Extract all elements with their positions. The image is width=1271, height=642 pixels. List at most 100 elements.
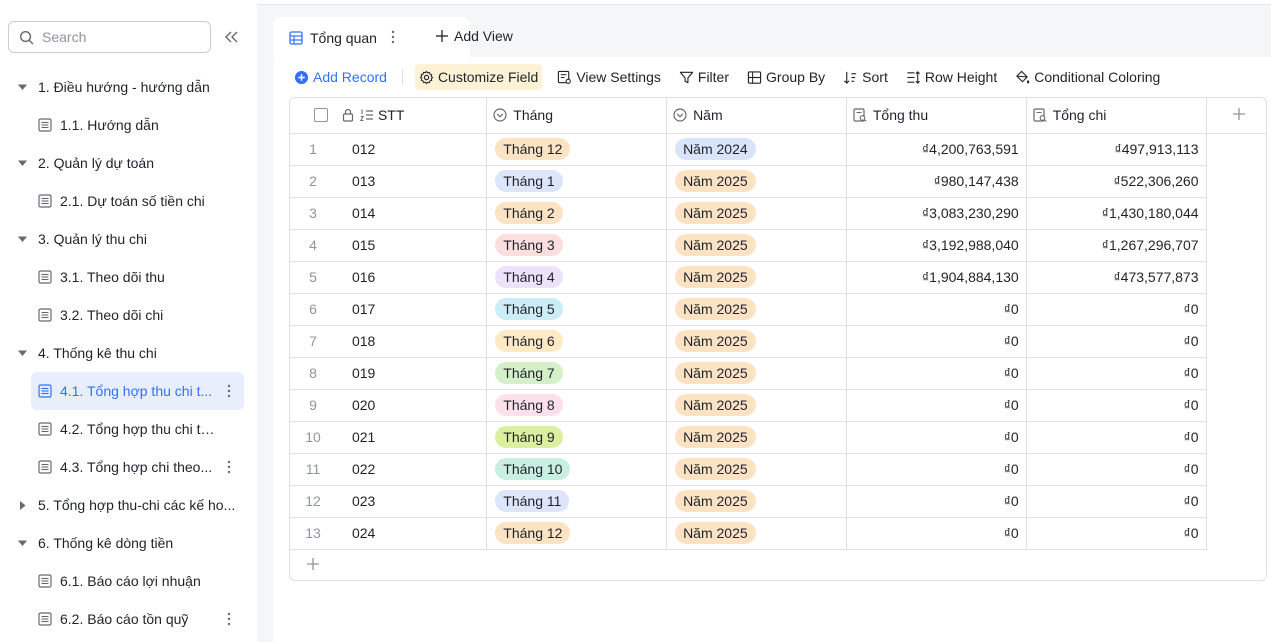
cell-tong-thu[interactable]: ₫3,083,230,290 <box>846 197 1027 230</box>
cell-tong-chi[interactable]: ₫0 <box>1026 517 1207 550</box>
cell-thang[interactable]: Tháng 9 <box>486 421 668 454</box>
cell-stt[interactable]: 021 <box>335 421 488 454</box>
more-vertical-icon[interactable] <box>222 611 236 627</box>
table-row[interactable]: 3 014 Tháng 2 Năm 2025 ₫3,083,230,290 ₫1,430,… <box>290 197 1266 230</box>
more-vertical-icon[interactable] <box>222 383 236 399</box>
cell-thang[interactable]: Tháng 4 <box>486 261 668 294</box>
cell-tong-thu[interactable]: ₫0 <box>846 453 1027 486</box>
table-row[interactable]: 8 019 Tháng 7 Năm 2025 ₫0 ₫0 <box>290 357 1266 390</box>
column-header-thang[interactable]: Tháng <box>486 98 668 134</box>
cell-nam[interactable]: Năm 2025 <box>666 293 847 326</box>
sidebar-item[interactable]: 6.1. Báo cáo lợi nhuận <box>0 562 257 600</box>
sidebar-item[interactable]: 3.1. Theo dõi thu <box>0 258 257 296</box>
sidebar-group[interactable]: 3. Quản lý thu chi <box>0 220 257 258</box>
cell-stt[interactable]: 019 <box>335 357 488 390</box>
cell-stt[interactable]: 013 <box>335 165 488 198</box>
cell-tong-chi[interactable]: ₫1,430,180,044 <box>1026 197 1207 230</box>
caret-down-icon[interactable] <box>18 349 27 357</box>
sidebar-group[interactable]: 2. Quản lý dự toán <box>0 144 257 182</box>
cell-thang[interactable]: Tháng 11 <box>486 485 668 518</box>
select-all-cell[interactable] <box>290 98 336 134</box>
cell-stt[interactable]: 023 <box>335 485 488 518</box>
cell-nam[interactable]: Năm 2025 <box>666 165 847 198</box>
cell-tong-thu[interactable]: ₫980,147,438 <box>846 165 1027 198</box>
table-row[interactable]: 5 016 Tháng 4 Năm 2025 ₫1,904,884,130 ₫473,57… <box>290 261 1266 294</box>
search-box[interactable] <box>8 21 211 53</box>
filter-button[interactable]: Filter <box>676 64 732 90</box>
caret-down-icon[interactable] <box>18 159 27 167</box>
cell-tong-chi[interactable]: ₫522,306,260 <box>1026 165 1207 198</box>
cell-stt[interactable]: 017 <box>335 293 488 326</box>
cell-tong-thu[interactable]: ₫0 <box>846 325 1027 358</box>
conditional-coloring-button[interactable]: Conditional Coloring <box>1012 64 1163 90</box>
sidebar-group[interactable]: 1. Điều hướng - hướng dẫn <box>0 68 257 106</box>
cell-tong-chi[interactable]: ₫0 <box>1026 485 1207 518</box>
cell-tong-chi[interactable]: ₫473,577,873 <box>1026 261 1207 294</box>
add-row-button[interactable] <box>306 557 320 574</box>
cell-thang[interactable]: Tháng 5 <box>486 293 668 326</box>
cell-tong-chi[interactable]: ₫0 <box>1026 325 1207 358</box>
sidebar-item[interactable]: 2.1. Dự toán số tiền chi <box>0 182 257 220</box>
table-row[interactable]: 11 022 Tháng 10 Năm 2025 ₫0 ₫0 <box>290 453 1266 486</box>
table-row[interactable]: 7 018 Tháng 6 Năm 2025 ₫0 ₫0 <box>290 325 1266 358</box>
cell-tong-thu[interactable]: ₫3,192,988,040 <box>846 229 1027 262</box>
table-row[interactable]: 9 020 Tháng 8 Năm 2025 ₫0 ₫0 <box>290 389 1266 422</box>
cell-thang[interactable]: Tháng 1 <box>486 165 668 198</box>
cell-nam[interactable]: Năm 2025 <box>666 357 847 390</box>
table-row[interactable]: 6 017 Tháng 5 Năm 2025 ₫0 ₫0 <box>290 293 1266 326</box>
cell-stt[interactable]: 024 <box>335 517 488 550</box>
cell-tong-thu[interactable]: ₫4,200,763,591 <box>846 133 1027 166</box>
cell-tong-chi[interactable]: ₫497,913,113 <box>1026 133 1207 166</box>
sidebar-group[interactable]: 6. Thống kê dòng tiền <box>0 524 257 562</box>
table-row[interactable]: 4 015 Tháng 3 Năm 2025 ₫3,192,988,040 ₫1,267,… <box>290 229 1266 262</box>
sidebar-item[interactable]: 1.1. Hướng dẫn <box>0 106 257 144</box>
cell-nam[interactable]: Năm 2025 <box>666 325 847 358</box>
cell-nam[interactable]: Năm 2025 <box>666 229 847 262</box>
cell-nam[interactable]: Năm 2024 <box>666 133 847 166</box>
cell-tong-thu[interactable]: ₫0 <box>846 485 1027 518</box>
cell-thang[interactable]: Tháng 12 <box>486 517 668 550</box>
caret-down-icon[interactable] <box>18 235 27 243</box>
cell-stt[interactable]: 022 <box>335 453 488 486</box>
search-input[interactable] <box>42 29 192 45</box>
cell-tong-chi[interactable]: ₫1,267,296,707 <box>1026 229 1207 262</box>
cell-nam[interactable]: Năm 2025 <box>666 485 847 518</box>
view-settings-button[interactable]: View Settings <box>554 64 664 90</box>
collapse-sidebar-button[interactable] <box>222 27 242 47</box>
caret-down-icon[interactable] <box>18 539 27 547</box>
cell-thang[interactable]: Tháng 3 <box>486 229 668 262</box>
cell-stt[interactable]: 020 <box>335 389 488 422</box>
cell-tong-thu[interactable]: ₫1,904,884,130 <box>846 261 1027 294</box>
cell-thang[interactable]: Tháng 8 <box>486 389 668 422</box>
sidebar-item[interactable]: 4.3. Tổng hợp chi theo... <box>0 448 257 486</box>
cell-tong-chi[interactable]: ₫0 <box>1026 453 1207 486</box>
column-header-tong-thu[interactable]: Tổng thu <box>846 98 1027 134</box>
column-header-nam[interactable]: Năm <box>666 98 847 134</box>
cell-tong-thu[interactable]: ₫0 <box>846 517 1027 550</box>
caret-down-icon[interactable] <box>18 83 27 91</box>
cell-tong-chi[interactable]: ₫0 <box>1026 357 1207 390</box>
cell-stt[interactable]: 016 <box>335 261 488 294</box>
cell-nam[interactable]: Năm 2025 <box>666 453 847 486</box>
cell-nam[interactable]: Năm 2025 <box>666 261 847 294</box>
column-header-tong-chi[interactable]: Tổng chi <box>1026 98 1207 134</box>
sidebar-item[interactable]: 4.2. Tổng hợp thu chi theo... <box>0 410 257 448</box>
cell-thang[interactable]: Tháng 2 <box>486 197 668 230</box>
cell-tong-chi[interactable]: ₫0 <box>1026 293 1207 326</box>
sidebar-group[interactable]: 5. Tổng hợp thu-chi các kế ho... <box>0 486 257 524</box>
table-row[interactable]: 13 024 Tháng 12 Năm 2025 ₫0 ₫0 <box>290 517 1266 550</box>
cell-tong-chi[interactable]: ₫0 <box>1026 421 1207 454</box>
table-row[interactable]: 2 013 Tháng 1 Năm 2025 ₫980,147,438 ₫522,306,… <box>290 165 1266 198</box>
more-vertical-icon[interactable] <box>391 30 395 44</box>
cell-thang[interactable]: Tháng 7 <box>486 357 668 390</box>
add-column-button[interactable] <box>1206 98 1266 134</box>
cell-tong-thu[interactable]: ₫0 <box>846 293 1027 326</box>
sort-button[interactable]: Sort <box>840 64 891 90</box>
group-by-button[interactable]: Group By <box>744 64 828 90</box>
customize-field-button[interactable]: Customize Field <box>414 64 543 90</box>
cell-tong-thu[interactable]: ₫0 <box>846 357 1027 390</box>
cell-thang[interactable]: Tháng 10 <box>486 453 668 486</box>
cell-nam[interactable]: Năm 2025 <box>666 197 847 230</box>
cell-nam[interactable]: Năm 2025 <box>666 517 847 550</box>
sidebar-item[interactable]: 4.1. Tổng hợp thu chi t... <box>31 372 244 410</box>
